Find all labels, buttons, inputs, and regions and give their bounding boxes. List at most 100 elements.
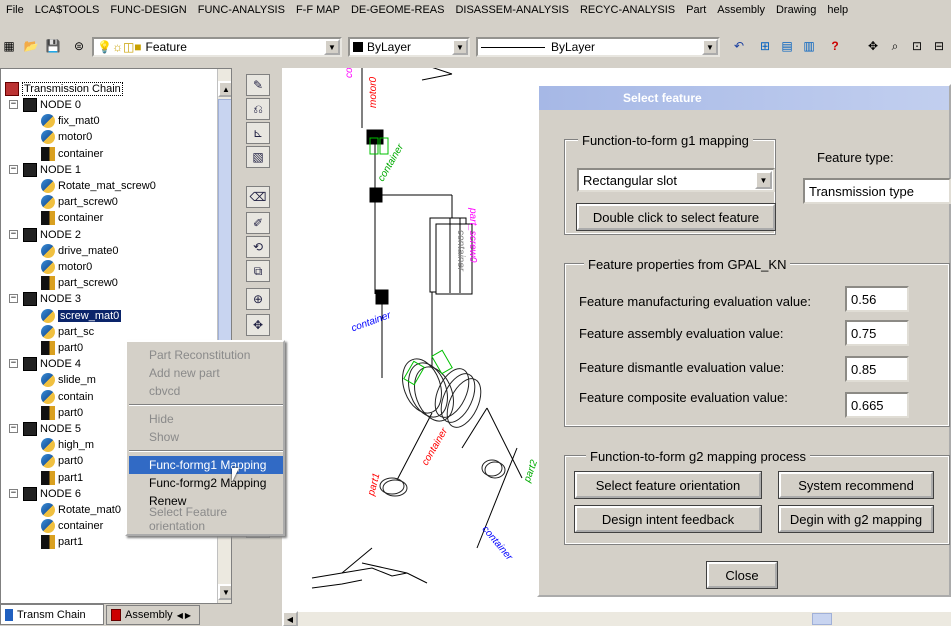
manufacturing-value[interactable]: 0.56 (845, 286, 909, 312)
system-recommend-button[interactable]: System recommend (778, 471, 934, 499)
tree-item[interactable]: high_m (41, 437, 94, 453)
tree-item[interactable]: part_screw0 (41, 275, 118, 291)
layer-combo[interactable]: 💡☼◫■ Feature ▼ (92, 37, 342, 57)
dimension-tool-icon[interactable]: ⊾ (246, 122, 270, 144)
menu-item[interactable]: File (6, 4, 24, 16)
tree-node[interactable]: NODE 6 (23, 486, 81, 502)
scroll-down-icon[interactable]: ▼ (218, 584, 231, 600)
tree-root[interactable]: Transmission Chain (5, 81, 123, 97)
color-combo[interactable]: ByLayer ▼ (348, 37, 470, 57)
tree-item[interactable]: part0 (41, 453, 83, 469)
tree-item[interactable]: contain (41, 389, 93, 405)
dismantle-value[interactable]: 0.85 (845, 356, 909, 382)
composite-value[interactable]: 0.665 (845, 392, 909, 418)
collapse-icon[interactable]: − (9, 424, 18, 433)
select-feature-button[interactable]: Double click to select feature (576, 203, 776, 231)
move-tool-icon[interactable]: ✥ (246, 314, 270, 336)
menu-item[interactable]: help (827, 4, 848, 16)
tree-item[interactable]: fix_mat0 (41, 113, 100, 129)
tree-node[interactable]: NODE 1 (23, 162, 81, 178)
layers-icon[interactable]: ⊜ (70, 38, 88, 54)
erase-tool-icon[interactable]: ⌫ (246, 186, 270, 208)
chevron-down-icon[interactable]: ▼ (324, 39, 340, 55)
feature-type-field[interactable]: Transmission type (803, 178, 951, 204)
tree-item[interactable]: container (41, 146, 103, 162)
menu-item[interactable]: Drawing (776, 4, 816, 16)
g2-mapping-button[interactable]: Degin with g2 mapping (778, 505, 934, 533)
menu-item[interactable]: F-F MAP (296, 4, 340, 16)
context-menu-item[interactable]: Func-formg1 Mapping (129, 456, 283, 474)
linetype-combo[interactable]: ByLayer ▼ (476, 37, 720, 57)
menu-item[interactable]: Assembly (717, 4, 765, 16)
menu-item[interactable]: DISASSEM-ANALYSIS (455, 4, 569, 16)
hatch-tool-icon[interactable]: ▧ (246, 146, 270, 168)
tree-item[interactable]: part0 (41, 405, 83, 421)
feature-select[interactable]: Rectangular slot ▼ (577, 168, 775, 192)
tree-node[interactable]: NODE 5 (23, 421, 81, 437)
line-tool-icon[interactable]: ✎ (246, 74, 270, 96)
canvas-hscrollbar[interactable]: ◀ (282, 611, 951, 626)
menu-item[interactable]: DE-GEOME-REAS (351, 4, 445, 16)
tree-item[interactable]: container (41, 518, 103, 534)
menu-item[interactable]: Part (686, 4, 706, 16)
tab-assembly[interactable]: Assembly ◀ ▶ (106, 605, 200, 625)
grid-icon[interactable]: ▦ (0, 38, 18, 54)
tree-item[interactable]: motor0 (41, 259, 92, 275)
zoom-window-icon[interactable]: ⊡ (908, 38, 926, 54)
collapse-icon[interactable]: − (9, 359, 18, 369)
menu-item[interactable]: FUNC-ANALYSIS (198, 4, 285, 16)
context-menu-item[interactable]: Func-formg2 Mapping (129, 474, 283, 492)
scroll-left-icon[interactable]: ◀ (282, 611, 298, 626)
tree-item[interactable]: part0 (41, 340, 83, 356)
tree-node[interactable]: NODE 0 (23, 97, 81, 113)
tree-item[interactable]: container (41, 210, 103, 226)
save-icon[interactable]: 💾 (44, 38, 62, 54)
collapse-icon[interactable]: − (9, 164, 18, 174)
polyline-tool-icon[interactable]: ⎌ (246, 98, 270, 120)
tree-item[interactable]: drive_mate0 (41, 243, 119, 259)
chevron-down-icon[interactable]: ▼ (702, 39, 718, 55)
chevron-down-icon[interactable]: ▼ (452, 39, 468, 55)
offset-tool-icon[interactable]: ⧉ (246, 260, 270, 282)
collapse-icon[interactable]: − (9, 100, 18, 109)
zoom-icon[interactable]: ⌕ (886, 38, 904, 54)
properties-icon[interactable]: ⊞ (756, 38, 774, 54)
design-intent-feedback-button[interactable]: Design intent feedback (574, 505, 762, 533)
collapse-icon[interactable]: − (9, 294, 18, 304)
tree-item[interactable]: part_sc (41, 324, 94, 340)
matchprop-icon[interactable]: ▤ (778, 38, 796, 54)
tree-item[interactable]: motor0 (41, 129, 92, 145)
pan-icon[interactable]: ✥ (864, 38, 882, 54)
tree-node[interactable]: NODE 2 (23, 227, 81, 243)
tab-transm-chain[interactable]: Transm Chain (0, 604, 104, 625)
menu-item[interactable]: RECYC-ANALYSIS (580, 4, 675, 16)
tree-node[interactable]: NODE 4 (23, 356, 81, 372)
tree-item[interactable]: part1 (41, 534, 83, 550)
tree-item[interactable]: Rotate_mat_screw0 (41, 178, 156, 194)
assembly-value[interactable]: 0.75 (845, 320, 909, 346)
menu-item[interactable]: FUNC-DESIGN (110, 4, 186, 16)
chevron-down-icon[interactable]: ▼ (755, 171, 772, 189)
copy-tool-icon[interactable]: ✐ (246, 212, 270, 234)
undo-icon[interactable]: ↶ (730, 38, 748, 54)
tree-item[interactable]: slide_m (41, 372, 96, 388)
scroll-thumb[interactable] (812, 613, 832, 625)
zoom-previous-icon[interactable]: ⊟ (930, 38, 948, 54)
help-icon[interactable]: ? (826, 38, 844, 54)
collapse-icon[interactable]: − (9, 229, 18, 239)
tree-item[interactable]: screw_mat0 (41, 308, 122, 324)
select-orientation-button[interactable]: Select feature orientation (574, 471, 762, 499)
open-folder-icon[interactable]: 📂 (22, 38, 40, 54)
tree-node[interactable]: NODE 3 (23, 291, 81, 307)
tree-item[interactable]: part_screw0 (41, 194, 118, 210)
scroll-up-icon[interactable]: ▲ (218, 81, 231, 97)
menu-item[interactable]: LCA$TOOLS (35, 4, 100, 16)
tab-scroll-left-icon[interactable]: ◀ (177, 611, 183, 620)
tab-scroll-right-icon[interactable]: ▶ (185, 611, 191, 620)
close-button[interactable]: Close (706, 561, 778, 589)
array-tool-icon[interactable]: ⊕ (246, 288, 270, 310)
mirror-tool-icon[interactable]: ⟲ (246, 236, 270, 258)
tree-item[interactable]: part1 (41, 470, 83, 486)
collapse-icon[interactable]: − (9, 488, 18, 498)
tree-item[interactable]: Rotate_mat0 (41, 502, 121, 518)
